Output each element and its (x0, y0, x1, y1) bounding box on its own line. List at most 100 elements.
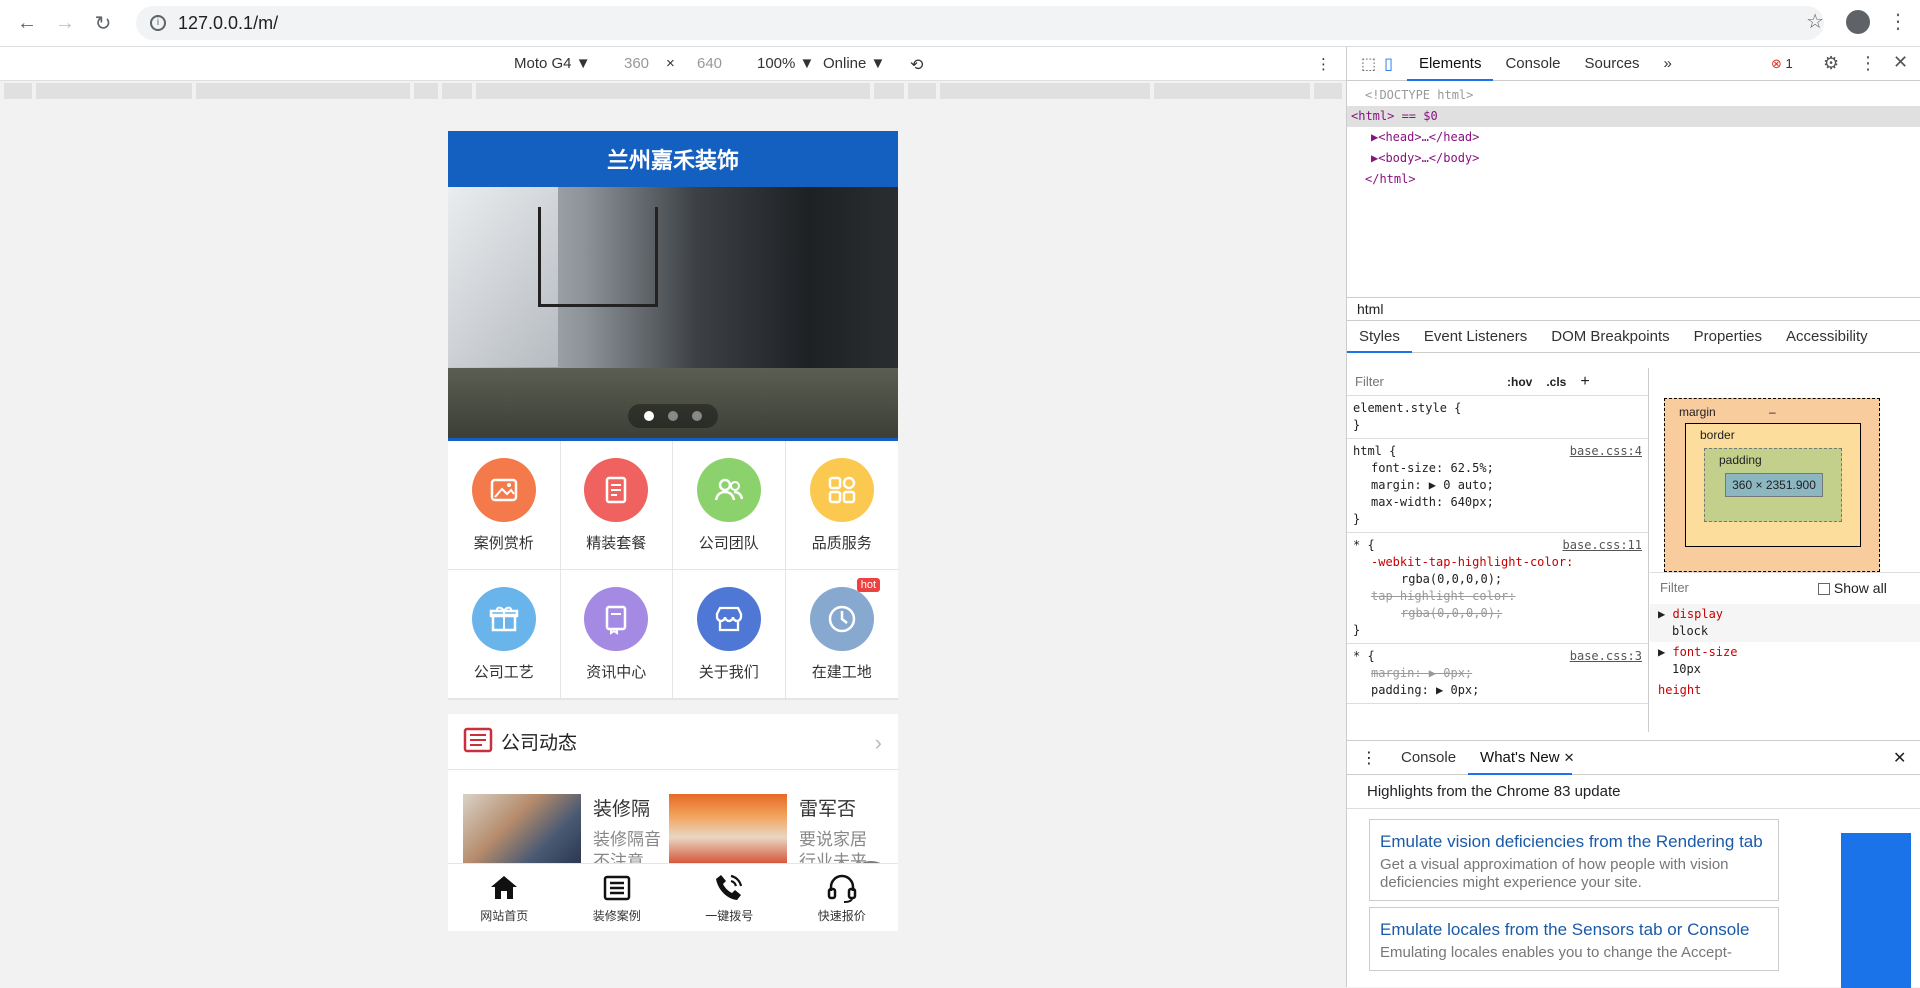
hov-toggle[interactable]: :hov (1507, 375, 1532, 389)
style-property[interactable]: font-size: 62.5%; (1353, 460, 1642, 477)
news-item[interactable]: 雷军否 要说家居行业未来 (669, 794, 869, 866)
style-property[interactable]: max-width: 640px; (1353, 494, 1642, 511)
rule-source[interactable]: base.css:3 (1570, 648, 1642, 665)
style-property[interactable]: margin: ▶ 0px; (1353, 665, 1642, 682)
drawer-tab-console[interactable]: Console (1389, 741, 1468, 775)
rule-selector[interactable]: * { (1353, 649, 1375, 663)
tab-event-listeners[interactable]: Event Listeners (1412, 321, 1539, 353)
rule-selector[interactable]: element.style { (1353, 400, 1642, 417)
close-devtools-icon[interactable]: ✕ (1893, 52, 1908, 73)
show-all-checkbox[interactable]: Show all (1818, 580, 1887, 596)
zoom-select[interactable]: 100% ▼ (757, 55, 814, 72)
grid-item[interactable]: 品质服务 (785, 441, 898, 570)
box-model-pane: margin – border padding 360 × 2351.900 S… (1650, 368, 1920, 732)
tab-console[interactable]: Console (1493, 47, 1572, 81)
reload-icon[interactable]: ↻ (84, 4, 122, 42)
rule-selector[interactable]: html { (1353, 444, 1396, 458)
url-text[interactable]: 127.0.0.1/m/ (178, 13, 278, 34)
profile-avatar-icon[interactable] (1846, 10, 1870, 34)
dimension-separator: × (666, 55, 675, 72)
style-property-invalid[interactable]: tap-highlight-color: (1353, 588, 1642, 605)
dom-node[interactable]: ▶<head>…</head> (1347, 127, 1920, 148)
device-select[interactable]: Moto G4 ▼ (514, 55, 591, 72)
close-tab-icon[interactable]: ✕ (1564, 750, 1575, 766)
inspect-icon[interactable]: ⬚ (1361, 54, 1376, 74)
style-value[interactable]: rgba(0,0,0,0); (1353, 571, 1642, 588)
hot-badge: hot (856, 578, 880, 592)
tab-styles[interactable]: Styles (1347, 321, 1412, 353)
news-item[interactable]: 装修隔 装修隔音不注意 (463, 794, 663, 866)
width-input[interactable]: 360 (624, 55, 649, 72)
rotate-icon[interactable]: ⟲ (910, 55, 923, 75)
dom-node[interactable]: ▶<body>…</body> (1347, 148, 1920, 169)
dom-node[interactable]: </html> (1347, 169, 1920, 190)
grid-item[interactable]: 关于我们 (673, 570, 786, 699)
news-icon (603, 875, 630, 900)
grid-item[interactable]: 公司工艺 (448, 570, 561, 699)
show-all-label: Show all (1833, 579, 1887, 596)
device-options-icon[interactable]: ⋮ (1316, 55, 1331, 73)
tab-sources[interactable]: Sources (1573, 47, 1652, 81)
info-icon[interactable]: i (150, 15, 166, 31)
rule-source[interactable]: base.css:4 (1570, 443, 1642, 460)
new-rule-icon[interactable]: + (1580, 373, 1589, 391)
store-icon (696, 586, 761, 651)
tab-call[interactable]: 一键拨号 (673, 864, 786, 931)
address-bar[interactable]: i 127.0.0.1/m/ (136, 6, 1824, 40)
grid-item-label: 公司团队 (698, 534, 759, 552)
computed-filter-input[interactable] (1658, 579, 1798, 596)
style-property[interactable]: padding: ▶ 0px; (1353, 682, 1642, 699)
tab-accessibility[interactable]: Accessibility (1774, 321, 1880, 353)
carousel-dot[interactable] (644, 411, 654, 421)
dom-node[interactable]: <!DOCTYPE html> (1347, 85, 1920, 106)
grid-item[interactable]: hot 在建工地 (785, 570, 898, 699)
rule-source[interactable]: base.css:11 (1563, 537, 1642, 554)
news-section-header[interactable]: 公司动态 › (448, 714, 898, 770)
styles-filter-input[interactable] (1353, 373, 1493, 390)
style-property[interactable]: -webkit-tap-highlight-color: (1353, 554, 1642, 571)
more-tabs-icon[interactable]: » (1652, 47, 1684, 81)
whats-new-card[interactable]: Emulate vision deficiencies from the Ren… (1369, 819, 1779, 901)
throttle-select[interactable]: Online ▼ (823, 55, 885, 72)
tab-cases[interactable]: 装修案例 (561, 864, 674, 931)
close-drawer-icon[interactable]: ✕ (1893, 748, 1906, 768)
dom-breadcrumb[interactable]: html (1347, 297, 1920, 321)
chevron-right-icon[interactable]: › (875, 730, 882, 756)
grid-item[interactable]: 精装套餐 (560, 441, 673, 570)
forward-icon[interactable]: → (46, 4, 84, 42)
height-input[interactable]: 640 (697, 55, 722, 72)
grid-item[interactable]: 资讯中心 (560, 570, 673, 699)
whats-new-card[interactable]: Emulate locales from the Sensors tab or … (1369, 907, 1779, 971)
grid-item[interactable]: 案例赏析 (448, 441, 561, 570)
card-title[interactable]: Emulate locales from the Sensors tab or … (1380, 916, 1768, 944)
settings-icon[interactable]: ⚙ (1823, 53, 1839, 74)
computed-property[interactable]: ▶ font-size 10px (1650, 642, 1920, 680)
tab-dom-breakpoints[interactable]: DOM Breakpoints (1539, 321, 1681, 353)
device-toggle-icon[interactable]: ▯ (1384, 54, 1393, 74)
carousel-dot[interactable] (692, 411, 702, 421)
error-count-icon[interactable]: ⊗ 1 (1771, 56, 1793, 72)
style-value-invalid[interactable]: rgba(0,0,0,0); (1353, 605, 1642, 622)
drawer-menu-icon[interactable]: ⋮ (1361, 748, 1377, 768)
computed-property[interactable]: height (1650, 680, 1920, 701)
cls-toggle[interactable]: .cls (1546, 375, 1566, 389)
tab-quote[interactable]: 快速报价 (786, 864, 899, 931)
tab-home[interactable]: 网站首页 (448, 864, 561, 931)
grid-item[interactable]: 公司团队 (673, 441, 786, 570)
back-icon[interactable]: ← (8, 4, 46, 42)
tab-properties[interactable]: Properties (1682, 321, 1774, 353)
tab-elements[interactable]: Elements (1406, 47, 1494, 81)
card-title[interactable]: Emulate vision deficiencies from the Ren… (1380, 828, 1768, 856)
carousel-dot[interactable] (668, 411, 678, 421)
browser-menu-icon[interactable]: ⋮ (1888, 9, 1908, 34)
news-title: 装修隔 (593, 799, 651, 820)
dom-node-selected[interactable]: <html> == $0 (1347, 106, 1920, 127)
computed-property[interactable]: ▶ display block (1650, 604, 1920, 642)
content-size[interactable]: 360 × 2351.900 (1725, 473, 1823, 497)
banner-carousel[interactable] (448, 187, 898, 441)
style-property[interactable]: margin: ▶ 0 auto; (1353, 477, 1642, 494)
devtools-menu-icon[interactable]: ⋮ (1859, 53, 1877, 74)
bookmark-star-icon[interactable]: ☆ (1806, 9, 1824, 34)
drawer-tab-whats-new[interactable]: What's New (1468, 741, 1572, 775)
rule-selector[interactable]: * { (1353, 538, 1375, 552)
